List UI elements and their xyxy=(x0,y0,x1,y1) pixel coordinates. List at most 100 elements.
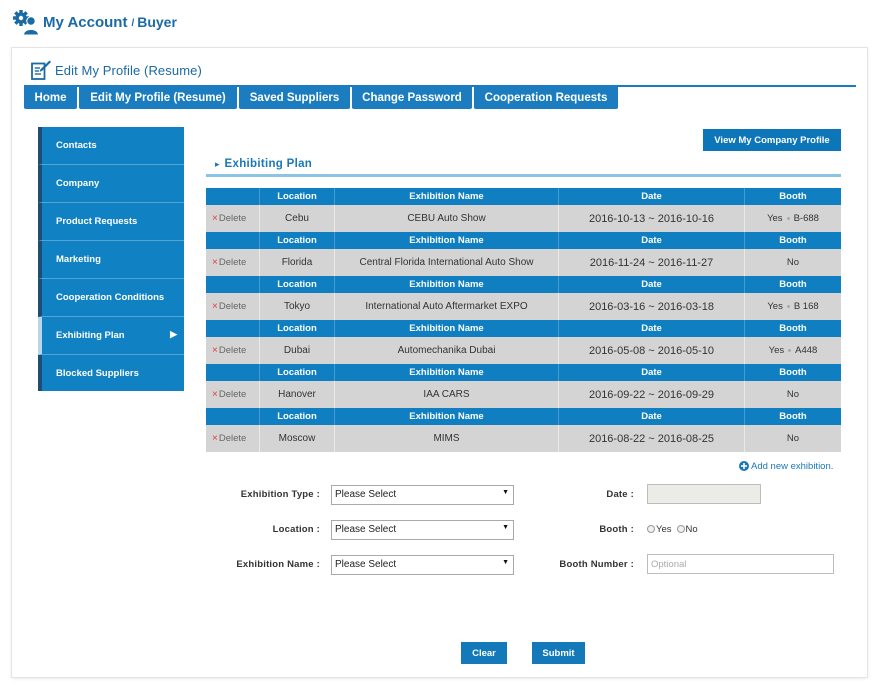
action-cell: × Delete xyxy=(206,381,259,408)
column-header-date: Date xyxy=(558,320,744,337)
column-header-booth: Booth xyxy=(744,188,841,205)
sidebar-item-label: Blocked Suppliers xyxy=(56,367,139,379)
column-header-action xyxy=(206,276,259,293)
delete-label: Delete xyxy=(218,433,247,444)
table-row: × Delete Tokyo International Auto Aftermark… xyxy=(206,293,841,320)
table-row: × Delete Florida Central Florida Internatio… xyxy=(206,249,841,276)
location-cell: Cebu xyxy=(259,205,334,232)
close-x-icon: × xyxy=(212,433,218,444)
exhibition-entry: Location Exhibition Name Date Booth × Delete F… xyxy=(206,232,841,276)
location-cell: Hanover xyxy=(259,381,334,408)
sidebar-item-cooperation-conditions[interactable]: Cooperation Conditions ▶ xyxy=(38,279,184,317)
tab-change-password[interactable]: Change Password xyxy=(352,86,472,109)
submit-button[interactable]: Submit xyxy=(532,642,585,664)
date-cell: 2016-05-08 ~ 2016-05-10 xyxy=(558,337,744,364)
table-header-row: Location Exhibition Name Date Booth xyxy=(206,408,841,425)
column-header-booth: Booth xyxy=(744,276,841,293)
date-cell: 2016-03-16 ~ 2016-03-18 xyxy=(558,293,744,320)
delete-button[interactable]: × Delete xyxy=(212,389,246,400)
booth-cell: Yes B-688 xyxy=(744,205,841,232)
exhibition-name-select[interactable]: Please Select xyxy=(331,554,514,575)
delete-button[interactable]: × Delete xyxy=(212,213,246,224)
exhibition-entry: Location Exhibition Name Date Booth × Delete C… xyxy=(206,188,841,232)
sidebar-item-exhibiting-plan[interactable]: Exhibiting Plan ▶ xyxy=(38,317,184,355)
booth-number-label: Booth Number : xyxy=(559,558,634,570)
delete-label: Delete xyxy=(218,345,247,356)
delete-button[interactable]: × Delete xyxy=(212,345,246,356)
booth-label: Booth : xyxy=(599,523,634,535)
booth-radio-group: Yes No xyxy=(647,519,703,539)
table-row: × Delete Hanover IAA CARS 2016-09-22 ~ 2016-… xyxy=(206,381,841,408)
location-cell: Dubai xyxy=(259,337,334,364)
page-title-separator: / xyxy=(131,18,135,29)
location-label: Location : xyxy=(272,523,320,535)
clear-button[interactable]: Clear xyxy=(461,642,507,664)
close-x-icon: × xyxy=(212,345,218,356)
exhibition-name-field: Please Select ▼ xyxy=(331,554,514,575)
action-cell: × Delete xyxy=(206,205,259,232)
app-root: My Account / Buyer Edit My Profile (Resu… xyxy=(0,0,875,684)
booth-cell: Yes A448 xyxy=(744,337,841,364)
column-header-date: Date xyxy=(558,408,744,425)
tab-home[interactable]: Home xyxy=(24,86,77,109)
table-header-row: Location Exhibition Name Date Booth xyxy=(206,232,841,249)
sidebar: Contacts ▶ Company ▶ Product Requests ▶ … xyxy=(38,127,184,391)
sidebar-item-contacts[interactable]: Contacts ▶ xyxy=(38,127,184,165)
table-row: × Delete Dubai Automechanika Dubai 2016-05-0… xyxy=(206,337,841,364)
exhibition-entry: Location Exhibition Name Date Booth × Delete H… xyxy=(206,364,841,408)
view-company-profile-button[interactable]: View My Company Profile xyxy=(703,129,841,151)
column-header-location: Location xyxy=(259,320,334,337)
triangle-right-small-icon: ▸ xyxy=(215,158,220,169)
tab-cooperation-requests[interactable]: Cooperation Requests xyxy=(474,86,618,109)
booth-number-input[interactable] xyxy=(647,554,834,574)
delete-button[interactable]: × Delete xyxy=(212,301,246,312)
sidebar-item-label: Company xyxy=(56,178,100,189)
separator-dot xyxy=(786,305,790,308)
delete-button[interactable]: × Delete xyxy=(212,257,246,268)
column-header-exhibition-name: Exhibition Name xyxy=(334,364,558,381)
table-header-row: Location Exhibition Name Date Booth xyxy=(206,320,841,337)
delete-button[interactable]: × Delete xyxy=(212,433,246,444)
exhibiting-plan-table: Location Exhibition Name Date Booth × Delete C… xyxy=(206,188,841,452)
column-header-action xyxy=(206,188,259,205)
booth-number: A448 xyxy=(795,345,818,356)
column-header-date: Date xyxy=(558,364,744,381)
column-header-date: Date xyxy=(558,276,744,293)
column-header-action xyxy=(206,364,259,381)
booth-yes-radio[interactable] xyxy=(647,525,655,533)
column-header-booth: Booth xyxy=(744,320,841,337)
user-gear-icon xyxy=(13,9,40,35)
booth-cell: No xyxy=(744,425,841,452)
column-header-booth: Booth xyxy=(744,408,841,425)
sidebar-item-label: Marketing xyxy=(56,254,101,265)
exhibition-type-select[interactable]: Please Select xyxy=(331,484,514,505)
date-cell: 2016-09-22 ~ 2016-09-29 xyxy=(558,381,744,408)
sidebar-item-blocked-suppliers[interactable]: Blocked Suppliers ▶ xyxy=(38,355,184,391)
section-title-text: Exhibiting Plan xyxy=(224,158,313,170)
location-cell: Tokyo xyxy=(259,293,334,320)
sidebar-item-product-requests[interactable]: Product Requests ▶ xyxy=(38,203,184,241)
location-select[interactable]: Please Select xyxy=(331,519,514,540)
tab-saved-suppliers[interactable]: Saved Suppliers xyxy=(239,86,350,109)
edit-profile-icon xyxy=(31,60,51,80)
exhibition-type-field: Please Select ▼ xyxy=(331,484,514,505)
column-header-booth: Booth xyxy=(744,364,841,381)
column-header-location: Location xyxy=(259,232,334,249)
sidebar-item-company[interactable]: Company ▶ xyxy=(38,165,184,203)
date-input[interactable] xyxy=(647,484,761,504)
exhibition-name-cell: MIMS xyxy=(334,425,558,452)
booth-status: Yes xyxy=(768,345,785,356)
column-header-exhibition-name: Exhibition Name xyxy=(334,276,558,293)
location-cell: Florida xyxy=(259,249,334,276)
sidebar-item-marketing[interactable]: Marketing ▶ xyxy=(38,241,184,279)
table-row: × Delete Moscow MIMS 2016-08-22 ~ 2016-08-25… xyxy=(206,425,841,452)
booth-no-radio[interactable] xyxy=(676,525,685,533)
column-header-booth: Booth xyxy=(744,232,841,249)
exhibition-name-label: Exhibition Name : xyxy=(236,558,320,570)
exhibition-name-cell: International Auto Aftermarket EXPO xyxy=(334,293,558,320)
add-new-exhibition-link[interactable]: Add new exhibition. xyxy=(739,460,833,472)
delete-label: Delete xyxy=(218,213,247,224)
tab-edit-my-profile[interactable]: Edit My Profile (Resume) xyxy=(79,86,237,109)
exhibition-name-cell: CEBU Auto Show xyxy=(334,205,558,232)
exhibition-name-cell: IAA CARS xyxy=(334,381,558,408)
